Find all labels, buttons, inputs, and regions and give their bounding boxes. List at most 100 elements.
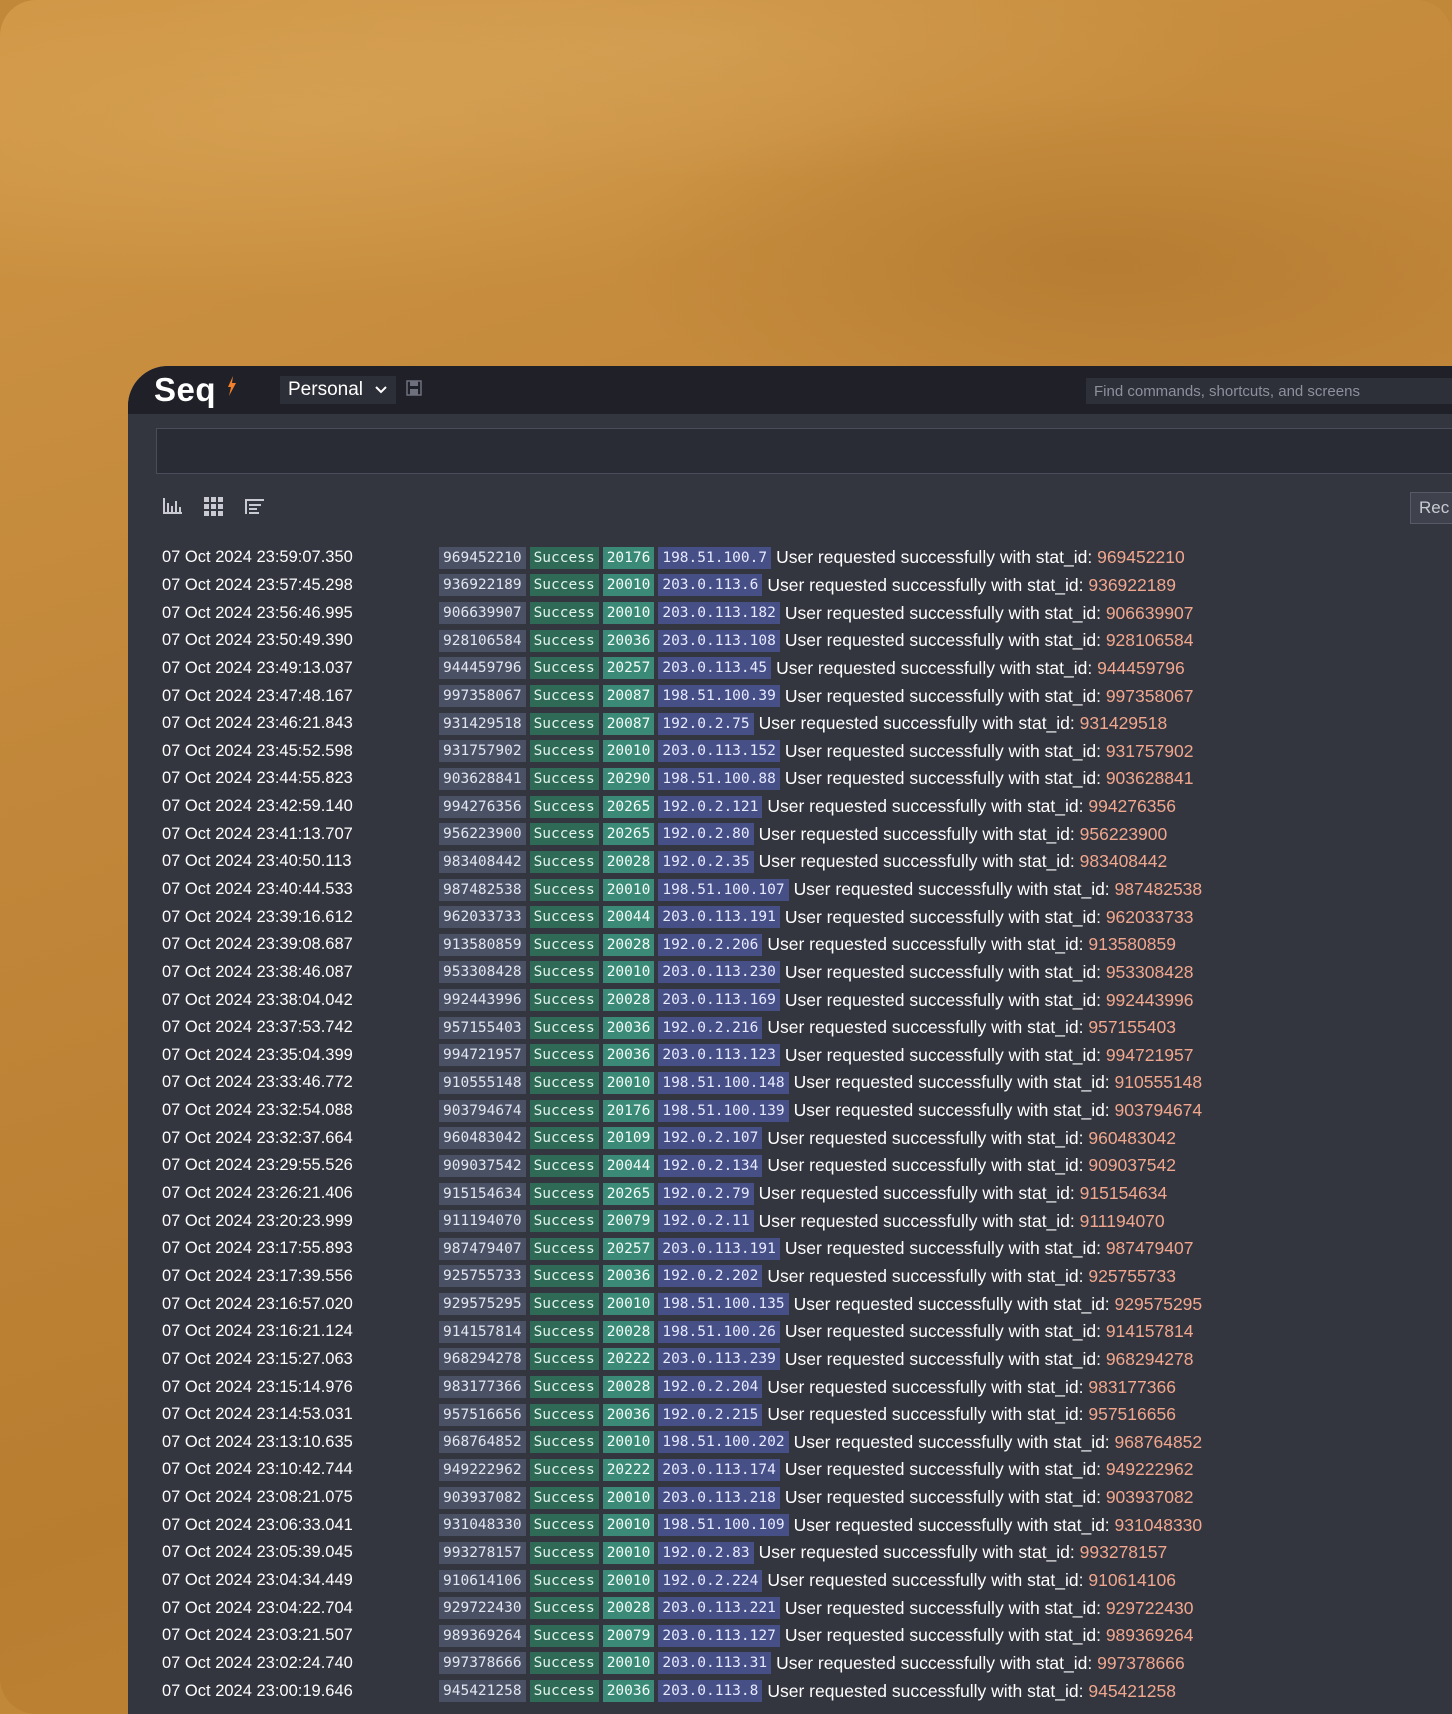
- stat-id-tag[interactable]: 910555148: [439, 1071, 526, 1094]
- code-tag[interactable]: 20087: [602, 685, 655, 708]
- stat-id-tag[interactable]: 929722430: [439, 1597, 526, 1620]
- ip-tag[interactable]: 203.0.113.191: [658, 906, 780, 929]
- stat-id-tag[interactable]: 989369264: [439, 1624, 526, 1647]
- stat-id-tag[interactable]: 987479407: [439, 1237, 526, 1260]
- ip-tag[interactable]: 198.51.100.26: [658, 1320, 780, 1343]
- status-tag[interactable]: Success: [529, 685, 599, 708]
- stat-id-tag[interactable]: 936922189: [439, 574, 526, 597]
- event-row[interactable]: 07 Oct 2024 23:38:46.087 953308428 Success…: [128, 959, 1452, 987]
- event-row[interactable]: 07 Oct 2024 23:05:39.045 993278157 Success…: [128, 1539, 1452, 1567]
- code-tag[interactable]: 20079: [602, 1624, 655, 1647]
- stat-id-tag[interactable]: 997358067: [439, 685, 526, 708]
- status-tag[interactable]: Success: [529, 1597, 599, 1620]
- code-tag[interactable]: 20265: [602, 823, 655, 846]
- status-tag[interactable]: Success: [529, 795, 599, 818]
- code-tag[interactable]: 20290: [602, 767, 655, 790]
- ip-tag[interactable]: 203.0.113.230: [658, 961, 780, 984]
- status-tag[interactable]: Success: [529, 1016, 599, 1039]
- stat-id-tag[interactable]: 962033733: [439, 906, 526, 929]
- event-row[interactable]: 07 Oct 2024 23:44:55.823 903628841 Success…: [128, 765, 1452, 793]
- bar-chart-icon[interactable]: [162, 496, 183, 516]
- ip-tag[interactable]: 192.0.2.215: [658, 1403, 763, 1426]
- code-tag[interactable]: 20109: [602, 1127, 655, 1150]
- event-row[interactable]: 07 Oct 2024 23:32:37.664 960483042 Success…: [128, 1124, 1452, 1152]
- stat-id-tag[interactable]: 913580859: [439, 933, 526, 956]
- event-row[interactable]: 07 Oct 2024 23:40:50.113 983408442 Success…: [128, 848, 1452, 876]
- stat-id-tag[interactable]: 949222962: [439, 1458, 526, 1481]
- status-tag[interactable]: Success: [529, 574, 599, 597]
- ip-tag[interactable]: 198.51.100.135: [658, 1293, 789, 1316]
- status-tag[interactable]: Success: [529, 629, 599, 652]
- stat-id-tag[interactable]: 957155403: [439, 1016, 526, 1039]
- status-tag[interactable]: Success: [529, 1265, 599, 1288]
- event-row[interactable]: 07 Oct 2024 23:15:14.976 983177366 Success…: [128, 1373, 1452, 1401]
- ip-tag[interactable]: 203.0.113.8: [658, 1680, 763, 1703]
- ip-tag[interactable]: 203.0.113.169: [658, 989, 780, 1012]
- stat-id-tag[interactable]: 914157814: [439, 1320, 526, 1343]
- stat-id-tag[interactable]: 956223900: [439, 823, 526, 846]
- code-tag[interactable]: 20028: [602, 1320, 655, 1343]
- ip-tag[interactable]: 192.0.2.11: [658, 1210, 754, 1233]
- code-tag[interactable]: 20176: [602, 546, 655, 569]
- ip-tag[interactable]: 192.0.2.79: [658, 1182, 754, 1205]
- status-tag[interactable]: Success: [529, 767, 599, 790]
- ip-tag[interactable]: 192.0.2.134: [658, 1154, 763, 1177]
- status-tag[interactable]: Success: [529, 602, 599, 625]
- ip-tag[interactable]: 198.51.100.107: [658, 878, 789, 901]
- event-row[interactable]: 07 Oct 2024 23:26:21.406 915154634 Success…: [128, 1180, 1452, 1208]
- ip-tag[interactable]: 192.0.2.202: [658, 1265, 763, 1288]
- event-row[interactable]: 07 Oct 2024 23:49:13.037 944459796 Success…: [128, 655, 1452, 683]
- stat-id-tag[interactable]: 992443996: [439, 989, 526, 1012]
- code-tag[interactable]: 20010: [602, 1569, 655, 1592]
- code-tag[interactable]: 20079: [602, 1210, 655, 1233]
- stat-id-tag[interactable]: 994276356: [439, 795, 526, 818]
- code-tag[interactable]: 20036: [602, 1403, 655, 1426]
- event-row[interactable]: 07 Oct 2024 23:15:27.063 968294278 Success…: [128, 1346, 1452, 1374]
- status-tag[interactable]: Success: [529, 1071, 599, 1094]
- stat-id-tag[interactable]: 929575295: [439, 1293, 526, 1316]
- code-tag[interactable]: 20028: [602, 1376, 655, 1399]
- code-tag[interactable]: 20010: [602, 961, 655, 984]
- event-row[interactable]: 07 Oct 2024 23:17:39.556 925755733 Success…: [128, 1263, 1452, 1291]
- ip-tag[interactable]: 203.0.113.182: [658, 602, 780, 625]
- event-row[interactable]: 07 Oct 2024 23:47:48.167 997358067 Success…: [128, 682, 1452, 710]
- ip-tag[interactable]: 203.0.113.6: [658, 574, 763, 597]
- code-tag[interactable]: 20010: [602, 878, 655, 901]
- ip-tag[interactable]: 192.0.2.83: [658, 1541, 754, 1564]
- code-tag[interactable]: 20044: [602, 906, 655, 929]
- ip-tag[interactable]: 192.0.2.80: [658, 823, 754, 846]
- seq-logo[interactable]: Seq: [154, 371, 216, 409]
- code-tag[interactable]: 20010: [602, 1431, 655, 1454]
- stat-id-tag[interactable]: 994721957: [439, 1044, 526, 1067]
- ip-tag[interactable]: 198.51.100.109: [658, 1514, 789, 1537]
- ip-tag[interactable]: 192.0.2.204: [658, 1376, 763, 1399]
- event-row[interactable]: 07 Oct 2024 23:17:55.893 987479407 Success…: [128, 1235, 1452, 1263]
- event-row[interactable]: 07 Oct 2024 23:08:21.075 903937082 Success…: [128, 1484, 1452, 1512]
- ip-tag[interactable]: 192.0.2.121: [658, 795, 763, 818]
- ip-tag[interactable]: 192.0.2.224: [658, 1569, 763, 1592]
- status-tag[interactable]: Success: [529, 823, 599, 846]
- ip-tag[interactable]: 198.51.100.202: [658, 1431, 789, 1454]
- status-tag[interactable]: Success: [529, 1680, 599, 1703]
- ip-tag[interactable]: 192.0.2.35: [658, 850, 754, 873]
- ip-tag[interactable]: 203.0.113.108: [658, 629, 780, 652]
- code-tag[interactable]: 20265: [602, 795, 655, 818]
- stat-id-tag[interactable]: 925755733: [439, 1265, 526, 1288]
- status-tag[interactable]: Success: [529, 906, 599, 929]
- event-row[interactable]: 07 Oct 2024 23:02:24.740 997378666 Success…: [128, 1650, 1452, 1678]
- stat-id-tag[interactable]: 987482538: [439, 878, 526, 901]
- event-row[interactable]: 07 Oct 2024 23:39:08.687 913580859 Success…: [128, 931, 1452, 959]
- code-tag[interactable]: 20010: [602, 1486, 655, 1509]
- code-tag[interactable]: 20010: [602, 602, 655, 625]
- code-tag[interactable]: 20036: [602, 629, 655, 652]
- code-tag[interactable]: 20028: [602, 989, 655, 1012]
- stat-id-tag[interactable]: 969452210: [439, 546, 526, 569]
- stat-id-tag[interactable]: 903937082: [439, 1486, 526, 1509]
- status-tag[interactable]: Success: [529, 961, 599, 984]
- event-row[interactable]: 07 Oct 2024 23:41:13.707 956223900 Success…: [128, 820, 1452, 848]
- stat-id-tag[interactable]: 915154634: [439, 1182, 526, 1205]
- stat-id-tag[interactable]: 983177366: [439, 1376, 526, 1399]
- event-row[interactable]: 07 Oct 2024 23:40:44.533 987482538 Success…: [128, 876, 1452, 904]
- ip-tag[interactable]: 198.51.100.88: [658, 767, 780, 790]
- ip-tag[interactable]: 192.0.2.206: [658, 933, 763, 956]
